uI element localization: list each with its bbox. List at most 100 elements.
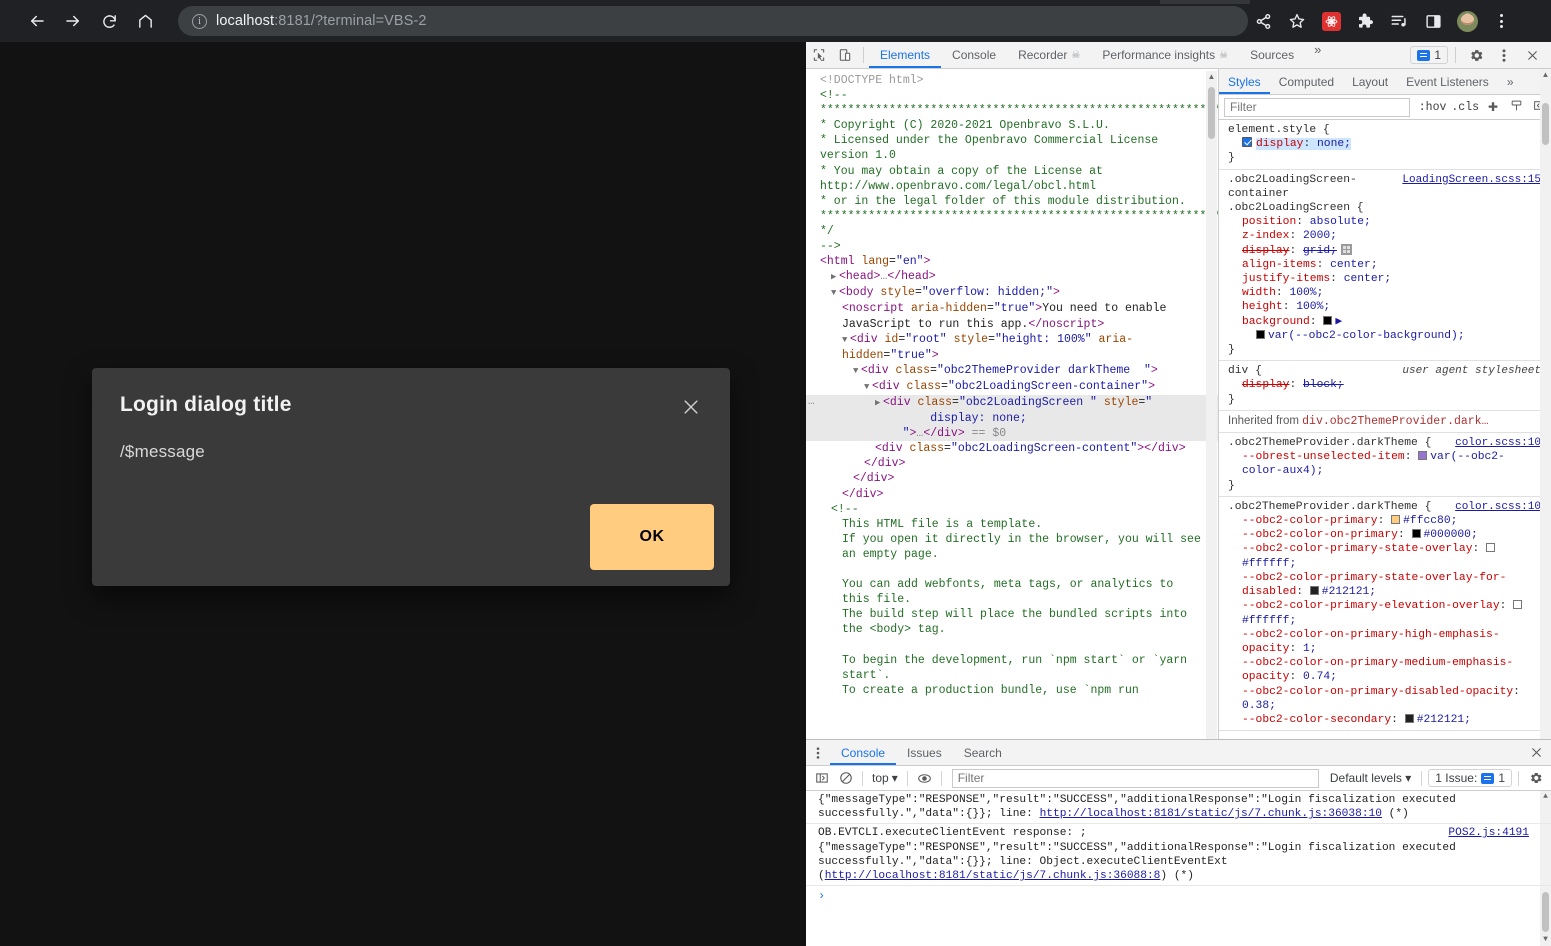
dom-node-line[interactable]: ****************************************… bbox=[806, 209, 1218, 224]
property-name[interactable]: --obc2-color-on-primary bbox=[1242, 529, 1398, 541]
close-devtools-icon[interactable] bbox=[1519, 43, 1545, 67]
style-property[interactable]: display: block; bbox=[1228, 378, 1541, 392]
node-overflow-ellipsis[interactable]: … bbox=[808, 395, 816, 410]
property-value[interactable]: block; bbox=[1303, 379, 1344, 391]
property-value[interactable]: ▶ bbox=[1335, 316, 1342, 328]
dom-node-line[interactable]: <div class="obc2LoadingScreen-content"><… bbox=[806, 441, 1218, 456]
drawer-tab-console[interactable]: Console bbox=[830, 740, 896, 765]
property-value[interactable]: #212121; bbox=[1417, 714, 1471, 726]
scrollbar-thumb[interactable] bbox=[1208, 87, 1215, 139]
property-name[interactable]: z-index bbox=[1242, 230, 1289, 242]
color-swatch[interactable] bbox=[1256, 330, 1265, 339]
style-rule-selector[interactable]: div { bbox=[1228, 364, 1262, 378]
drawer-more-options-icon[interactable] bbox=[806, 740, 830, 765]
style-property[interactable]: --obc2-color-primary-state-overlay: #fff… bbox=[1228, 542, 1541, 570]
dom-node-line[interactable] bbox=[806, 637, 1218, 652]
element-classes-icon[interactable] bbox=[1507, 99, 1525, 115]
scrollbar-thumb[interactable] bbox=[1542, 892, 1549, 932]
live-expression-icon[interactable] bbox=[914, 768, 935, 789]
style-property[interactable]: justify-items: center; bbox=[1228, 272, 1541, 286]
style-property[interactable]: height: 100%; bbox=[1228, 300, 1541, 314]
style-property[interactable]: --obrest-unselected-item: var(--obc2-col… bbox=[1228, 450, 1541, 478]
style-property[interactable]: display: grid; bbox=[1228, 244, 1541, 258]
style-property[interactable]: background: ▶ bbox=[1228, 315, 1541, 329]
tab-layout[interactable]: Layout bbox=[1343, 69, 1397, 94]
dom-node-line[interactable]: You can add webfonts, meta tags, or anal… bbox=[806, 577, 1218, 607]
dom-node-line[interactable]: --> bbox=[806, 239, 1218, 254]
share-icon[interactable] bbox=[1248, 6, 1278, 36]
style-property[interactable]: width: 100%; bbox=[1228, 286, 1541, 300]
style-rule-selector[interactable]: .obc2ThemeProvider.darkTheme { bbox=[1228, 500, 1431, 514]
execution-context-selector[interactable]: top▾ bbox=[869, 771, 901, 785]
color-swatch[interactable] bbox=[1513, 600, 1522, 609]
log-levels-selector[interactable]: Default levels ▾ bbox=[1326, 771, 1415, 785]
style-rule[interactable]: .obc2LoadingScreen-container .obc2Loadin… bbox=[1219, 170, 1551, 362]
add-style-rule-icon[interactable]: ✚ bbox=[1484, 100, 1502, 114]
property-name[interactable]: --obc2-color-primary-elevation-overlay bbox=[1242, 600, 1500, 612]
dom-node-line[interactable]: * You may obtain a copy of the License a… bbox=[806, 164, 1218, 194]
property-enabled-checkbox[interactable] bbox=[1242, 137, 1252, 147]
dom-node-line[interactable]: ▶<head>…</head> bbox=[806, 269, 1218, 285]
property-value[interactable]: 100%; bbox=[1296, 301, 1330, 313]
console-issues-badge[interactable]: 1 Issue: 1 bbox=[1428, 769, 1512, 787]
style-property[interactable]: display: none; bbox=[1228, 137, 1541, 151]
more-tabs-chevron-icon[interactable]: » bbox=[1305, 42, 1330, 68]
style-property[interactable]: --obc2-color-primary-elevation-overlay: … bbox=[1228, 599, 1541, 627]
style-property[interactable]: --obc2-color-primary-state-overlay-for-d… bbox=[1228, 571, 1541, 599]
console-log-row[interactable]: POS2.js:4191OB.EVTCLI.executeClientEvent… bbox=[806, 824, 1551, 886]
styles-more-tabs-chevron-icon[interactable]: » bbox=[1498, 69, 1523, 94]
property-name[interactable]: justify-items bbox=[1242, 273, 1330, 285]
style-property[interactable]: z-index: 2000; bbox=[1228, 229, 1541, 243]
style-rule[interactable]: element.style {display: none;} bbox=[1219, 120, 1551, 170]
console-sidebar-icon[interactable] bbox=[811, 768, 832, 789]
style-property[interactable]: --obc2-color-primary: #ffcc80; bbox=[1228, 514, 1541, 528]
style-rule-selector[interactable]: .obc2ThemeProvider.darkTheme { bbox=[1228, 436, 1431, 450]
property-name[interactable]: width bbox=[1242, 287, 1276, 299]
property-value[interactable]: 1; bbox=[1303, 643, 1317, 655]
property-value[interactable]: center; bbox=[1344, 273, 1391, 285]
property-value[interactable]: grid; bbox=[1303, 245, 1337, 257]
style-rule-selector[interactable]: .obc2LoadingScreen-container .obc2Loadin… bbox=[1228, 173, 1394, 216]
dom-node-line[interactable]: ▼<div id="root" style="height: 100%" ari… bbox=[806, 332, 1218, 363]
dom-node-line[interactable]: The build step will place the bundled sc… bbox=[806, 607, 1218, 637]
color-swatch[interactable] bbox=[1412, 529, 1421, 538]
dom-node-line[interactable]: * Licensed under the Openbravo Commercia… bbox=[806, 133, 1218, 163]
drawer-tab-search[interactable]: Search bbox=[953, 740, 1013, 765]
dom-node-line[interactable]: To begin the development, run `npm start… bbox=[806, 653, 1218, 683]
dom-node-line[interactable]: * Copyright (C) 2020-2021 Openbravo S.L.… bbox=[806, 118, 1218, 133]
console-messages[interactable]: ▲ ▼ {"messageType":"RESPONSE","result":"… bbox=[806, 791, 1551, 946]
dom-node-line[interactable]: <noscript aria-hidden="true">You need to… bbox=[806, 301, 1218, 331]
forward-arrow-icon[interactable] bbox=[58, 6, 88, 36]
chrome-menu-kebab-icon[interactable] bbox=[1486, 6, 1516, 36]
gear-icon[interactable] bbox=[1463, 43, 1489, 67]
color-swatch[interactable] bbox=[1310, 586, 1319, 595]
device-toolbar-icon[interactable] bbox=[832, 43, 858, 67]
bookmark-star-icon[interactable] bbox=[1282, 6, 1312, 36]
property-name[interactable]: display bbox=[1256, 138, 1303, 150]
property-value[interactable]: #ffcc80; bbox=[1403, 515, 1457, 527]
dom-node-line[interactable]: ****************************************… bbox=[806, 103, 1218, 118]
back-arrow-icon[interactable] bbox=[22, 6, 52, 36]
clear-console-icon[interactable] bbox=[835, 768, 856, 789]
color-swatch[interactable] bbox=[1405, 714, 1414, 723]
property-name[interactable]: background bbox=[1242, 316, 1310, 328]
log-source-link[interactable]: POS2.js:4191 bbox=[1448, 826, 1529, 840]
style-source-link[interactable]: color.scss:10 bbox=[1455, 500, 1541, 514]
property-value[interactable]: 2000; bbox=[1303, 230, 1337, 242]
property-value[interactable]: 0.38; bbox=[1242, 700, 1276, 712]
property-value[interactable]: var(--obc2-color-background); bbox=[1268, 330, 1465, 342]
color-swatch[interactable] bbox=[1418, 451, 1427, 460]
dom-node-line[interactable]: To create a production bundle, use `npm … bbox=[806, 683, 1218, 698]
dom-node-line[interactable] bbox=[806, 562, 1218, 577]
dom-node-line[interactable]: <!-- bbox=[806, 502, 1218, 517]
tab-event-listeners[interactable]: Event Listeners bbox=[1397, 69, 1498, 94]
property-name[interactable]: height bbox=[1242, 301, 1283, 313]
property-name[interactable]: position bbox=[1242, 216, 1296, 228]
style-rule-selector[interactable]: element.style { bbox=[1228, 123, 1330, 137]
style-rule[interactable]: .obc2ThemeProvider.darkTheme { color.scss… bbox=[1219, 497, 1551, 731]
property-value[interactable]: #ffffff; bbox=[1242, 558, 1296, 570]
style-rule[interactable]: div {user agent stylesheetdisplay: block… bbox=[1219, 361, 1551, 411]
tab-elements[interactable]: Elements bbox=[869, 42, 941, 68]
scroll-up-arrow-icon[interactable]: ▲ bbox=[1540, 69, 1551, 81]
dom-node-line[interactable]: ▼<div class="obc2LoadingScreen-container… bbox=[806, 379, 1218, 395]
